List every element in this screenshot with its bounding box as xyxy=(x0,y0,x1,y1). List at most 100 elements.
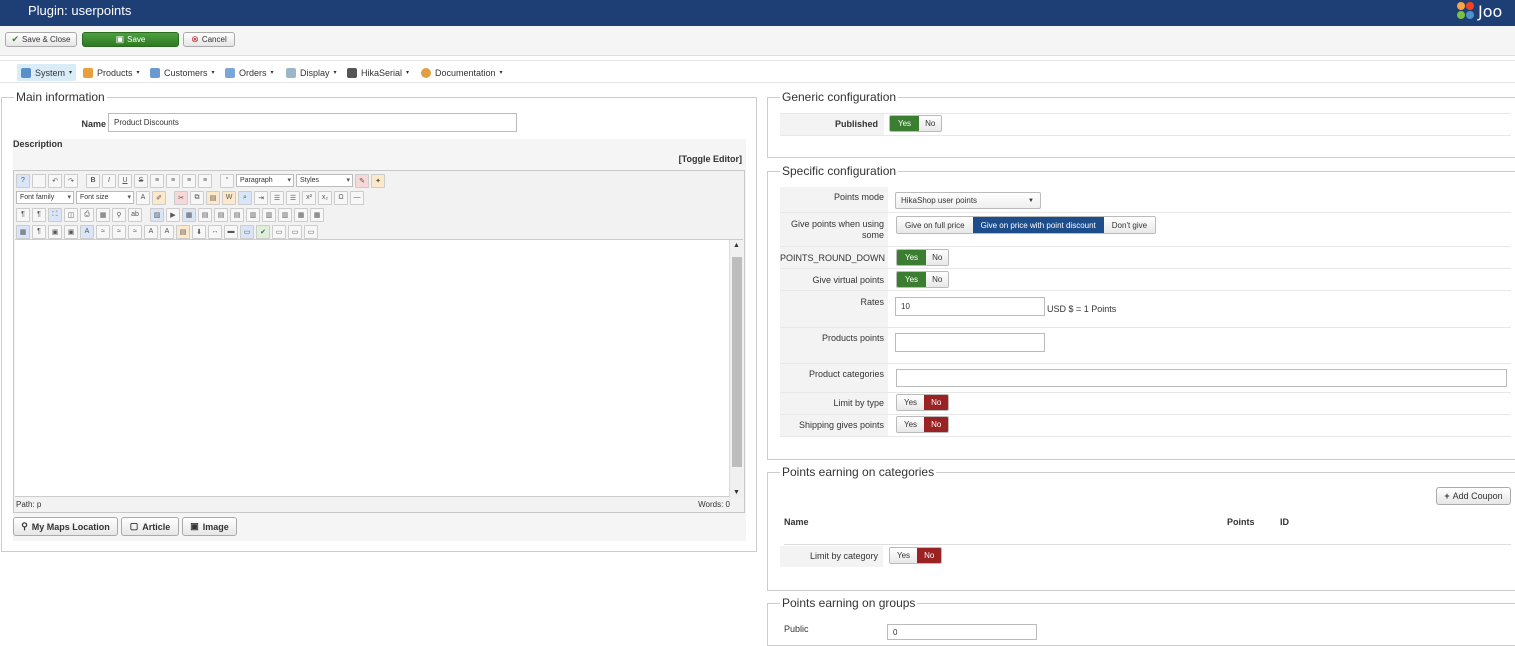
blockquote-icon[interactable]: “ xyxy=(220,173,234,188)
cut-icon[interactable]: ✂ xyxy=(174,190,188,205)
give-full-price-option[interactable]: Give on full price xyxy=(897,217,973,233)
virtual-points-yes[interactable]: Yes xyxy=(897,272,927,287)
my-maps-location-button[interactable]: ⚲ My Maps Location xyxy=(13,517,118,536)
pagebreak-icon[interactable]: ▬ xyxy=(224,224,238,239)
cancel-button[interactable]: ⊗ Cancel xyxy=(183,32,235,47)
layer-icon[interactable]: ⬇ xyxy=(192,224,206,239)
nonbreaking-icon[interactable]: ▭ xyxy=(272,224,286,239)
underline-icon[interactable]: U xyxy=(118,173,132,188)
image-button[interactable]: ▣ Image xyxy=(182,517,237,536)
delete-row-icon[interactable]: ▤ xyxy=(230,207,244,222)
ins-icon[interactable]: A xyxy=(160,224,174,239)
paste-word-icon[interactable]: W xyxy=(222,190,236,205)
name-input[interactable]: Product Discounts xyxy=(108,113,517,132)
public-group-points-input[interactable]: 0 xyxy=(887,624,1037,640)
round-down-yes[interactable]: Yes xyxy=(897,250,927,265)
article-button[interactable]: ▢ Article xyxy=(121,517,179,536)
format-select[interactable]: Paragraph xyxy=(236,174,294,187)
strikethrough-icon[interactable]: S xyxy=(134,173,148,188)
visual-aid-icon[interactable]: ▦ xyxy=(16,224,30,239)
italic-icon[interactable]: I xyxy=(102,173,116,188)
shipping-points-yes[interactable]: Yes xyxy=(897,417,925,432)
delete-col-icon[interactable]: ▥ xyxy=(278,207,292,222)
readmore-icon[interactable]: ▭ xyxy=(240,224,254,239)
redo-icon[interactable]: ↷ xyxy=(64,173,78,188)
add-coupon-button[interactable]: + Add Coupon xyxy=(1436,487,1511,505)
font-size-select[interactable]: Font size xyxy=(76,191,134,204)
styleprops-icon[interactable]: A xyxy=(80,224,94,239)
save-close-button[interactable]: ✔ Save & Close xyxy=(5,32,77,47)
products-points-input[interactable] xyxy=(895,333,1045,352)
limit-by-type-toggle[interactable]: Yes No xyxy=(896,394,950,411)
cleanup-icon[interactable]: ✦ xyxy=(371,173,385,188)
align-center-icon[interactable]: ≡ xyxy=(166,173,180,188)
col-after-icon[interactable]: ▥ xyxy=(262,207,276,222)
virtual-points-no[interactable]: No xyxy=(926,272,949,287)
shipping-points-toggle[interactable]: Yes No xyxy=(896,416,950,433)
spellcheck-icon[interactable]: ✔ xyxy=(256,224,270,239)
published-no[interactable]: No xyxy=(919,116,942,131)
limit-by-category-yes[interactable]: Yes xyxy=(890,548,918,563)
menu-system[interactable]: System ▾ xyxy=(17,64,77,81)
text-color-icon[interactable]: A xyxy=(136,190,150,205)
new-document-icon[interactable] xyxy=(32,173,46,188)
published-yes[interactable]: Yes xyxy=(890,116,920,131)
limit-by-type-no[interactable]: No xyxy=(924,395,949,410)
merge-cells-icon[interactable]: ▦ xyxy=(310,207,324,222)
preview-icon[interactable]: ◫ xyxy=(64,207,78,222)
indent-icon[interactable]: ⇥ xyxy=(254,190,268,205)
rates-input[interactable]: 10 xyxy=(895,297,1045,316)
row-after-icon[interactable]: ▤ xyxy=(214,207,228,222)
rtl-icon[interactable]: ¶ xyxy=(32,207,46,222)
superscript-icon[interactable]: x² xyxy=(302,190,316,205)
menu-orders[interactable]: Orders ▾ xyxy=(221,64,278,81)
attribs-icon[interactable]: ▤ xyxy=(176,224,190,239)
menu-products[interactable]: Products ▾ xyxy=(79,64,144,81)
row-before-icon[interactable]: ▤ xyxy=(198,207,212,222)
save-button[interactable]: ▣ Save xyxy=(82,32,179,47)
menu-documentation[interactable]: Documentation ▾ xyxy=(417,64,507,81)
bold-icon[interactable]: B xyxy=(86,173,100,188)
insert-image-icon[interactable]: ▨ xyxy=(150,207,164,222)
give-discounted-price-option[interactable]: Give on price with point discount xyxy=(972,217,1104,233)
round-down-toggle[interactable]: Yes No xyxy=(896,249,950,266)
ordered-list-icon[interactable]: ☰ xyxy=(270,190,284,205)
menu-display[interactable]: Display ▾ xyxy=(282,64,341,81)
product-categories-input[interactable] xyxy=(896,369,1507,387)
round-down-no[interactable]: No xyxy=(926,250,949,265)
paste-icon[interactable]: ▤ xyxy=(206,190,220,205)
editor-content-area[interactable]: ▲ ▼ xyxy=(15,239,743,498)
align-justify-icon[interactable]: ≡ xyxy=(198,173,212,188)
align-right-icon[interactable]: ≡ xyxy=(182,173,196,188)
scrollbar-thumb[interactable] xyxy=(732,257,742,467)
insert-time-icon[interactable]: ▣ xyxy=(64,224,78,239)
give-points-selector[interactable]: Give on full price Give on price with po… xyxy=(896,216,1157,234)
abbr-icon[interactable]: ≈ xyxy=(112,224,126,239)
scroll-down-icon[interactable]: ▼ xyxy=(733,489,740,496)
limit-by-type-yes[interactable]: Yes xyxy=(897,395,925,410)
unordered-list-icon[interactable]: ☰ xyxy=(286,190,300,205)
insert-date-icon[interactable]: ▣ xyxy=(48,224,62,239)
styles-select[interactable]: Styles xyxy=(296,174,353,187)
help-icon[interactable]: ? xyxy=(16,173,30,188)
ltr-icon[interactable]: ¶ xyxy=(16,207,30,222)
align-left-icon[interactable]: ≡ xyxy=(150,173,164,188)
cite-icon[interactable]: ≈ xyxy=(96,224,110,239)
find-icon[interactable]: ⚲ xyxy=(112,207,126,222)
template-insert-icon[interactable]: ▭ xyxy=(304,224,318,239)
font-family-select[interactable]: Font family xyxy=(16,191,74,204)
published-toggle[interactable]: Yes No xyxy=(889,115,943,132)
virtual-points-toggle[interactable]: Yes No xyxy=(896,271,950,288)
fullscreen-icon[interactable]: ⛶ xyxy=(48,207,62,222)
del-icon[interactable]: A xyxy=(144,224,158,239)
horizontal-rule-icon[interactable]: — xyxy=(350,190,364,205)
clear-format-icon[interactable]: ✎ xyxy=(355,173,369,188)
visual-chars-icon[interactable]: ¶ xyxy=(32,224,46,239)
print-icon[interactable]: ⎙ xyxy=(80,207,94,222)
undo-icon[interactable]: ↶ xyxy=(48,173,62,188)
points-mode-select[interactable]: HikaShop user points ▼ xyxy=(895,192,1041,209)
search-replace-icon[interactable]: ⌕ xyxy=(238,190,252,205)
col-before-icon[interactable]: ▥ xyxy=(246,207,260,222)
dont-give-option[interactable]: Don't give xyxy=(1103,217,1156,233)
split-cells-icon[interactable]: ▦ xyxy=(294,207,308,222)
